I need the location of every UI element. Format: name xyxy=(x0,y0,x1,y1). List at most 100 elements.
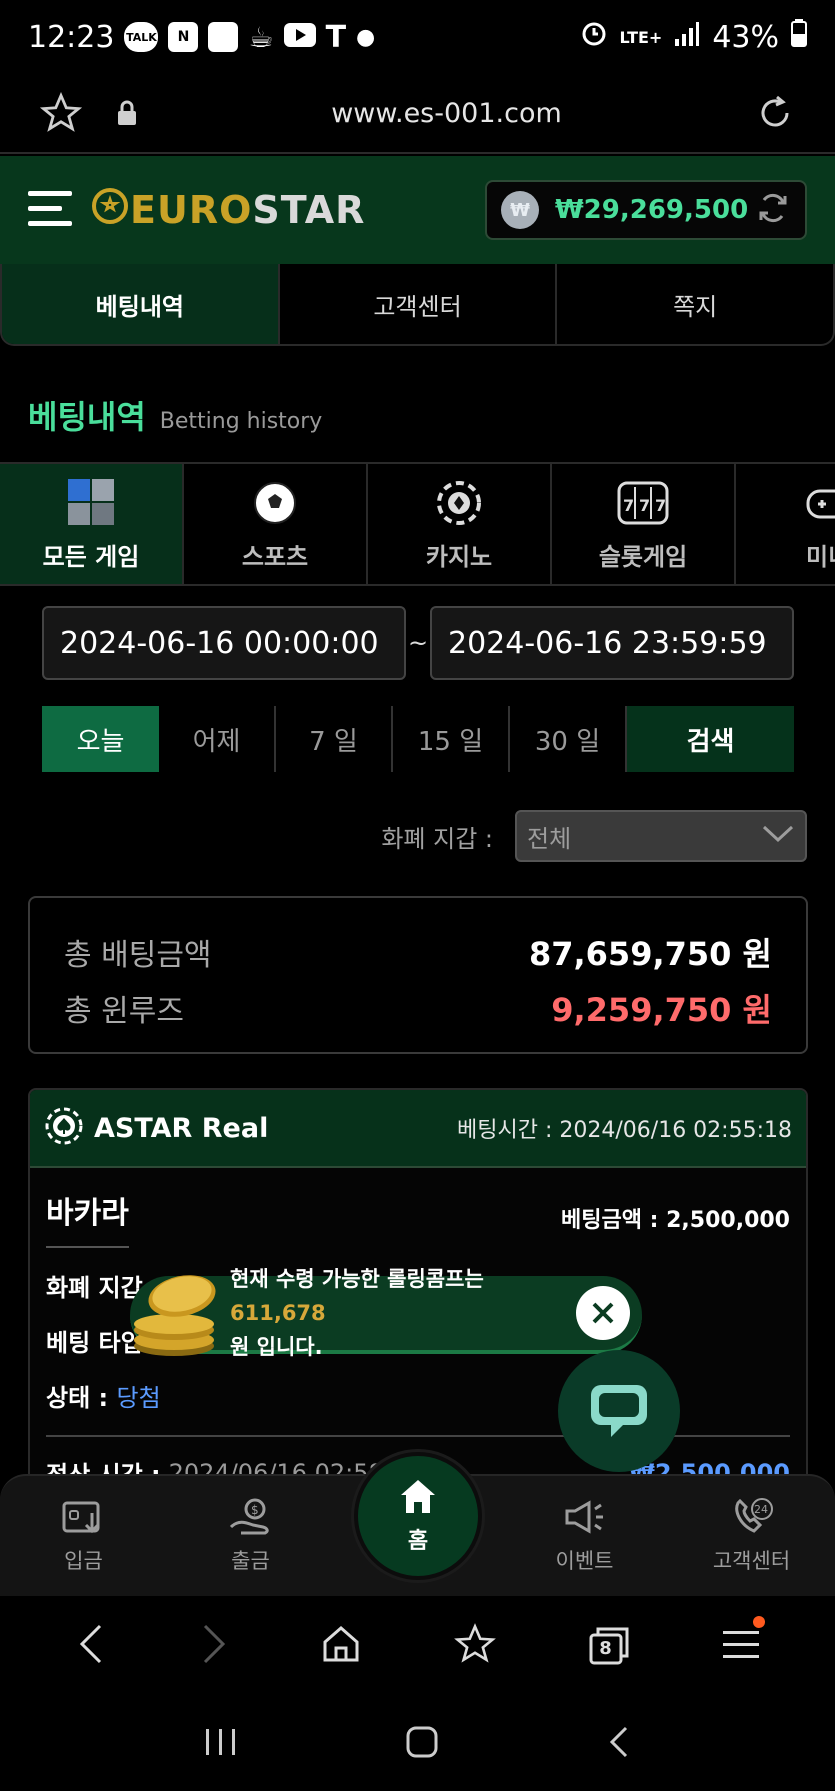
range-30days-button[interactable]: 30 일 xyxy=(510,706,627,772)
category-slot-games[interactable]: 777 슬롯게임 xyxy=(552,464,736,584)
range-7days-button[interactable]: 7 일 xyxy=(276,706,393,772)
soccer-ball-icon xyxy=(251,475,299,531)
recent-apps-icon[interactable] xyxy=(204,1727,238,1761)
svg-text:7: 7 xyxy=(639,496,650,515)
support-24-icon: 24 xyxy=(734,1498,773,1533)
system-back-icon[interactable] xyxy=(607,1725,631,1763)
total-winloss-label: 총 윈루즈 xyxy=(64,994,184,1029)
deposit-icon xyxy=(62,1501,99,1534)
category-sports[interactable]: 스포츠 xyxy=(184,464,368,584)
range-yesterday-button[interactable]: 어제 xyxy=(159,706,276,772)
reload-icon[interactable] xyxy=(755,93,795,133)
logo-text-euro: EURO xyxy=(130,188,253,232)
hamburger-menu-icon[interactable] xyxy=(28,188,72,232)
site-header: EURO STAR ₩ ₩29,269,500 xyxy=(0,156,835,264)
casino-chip-icon xyxy=(435,475,483,531)
date-from-input[interactable]: 2024-06-16 00:00:00 xyxy=(42,606,406,680)
refresh-balance-icon[interactable] xyxy=(755,190,791,230)
forward-icon[interactable] xyxy=(199,1622,229,1670)
coffee-icon: ☕ xyxy=(248,20,274,54)
nav-event-label: 이벤트 xyxy=(555,1549,614,1573)
nav-withdraw-label: 출금 xyxy=(231,1549,270,1573)
app-notification-icon xyxy=(208,22,239,52)
status-right: LTE+ 43% xyxy=(580,19,807,55)
page-title-ko: 베팅내역 xyxy=(28,398,146,436)
nav-support[interactable]: 24 고객센터 xyxy=(668,1476,835,1596)
tabs-count: 8 xyxy=(599,1638,612,1659)
system-navigation xyxy=(0,1696,835,1791)
network-type: LTE+ xyxy=(619,27,663,47)
nav-home-button[interactable]: 홈 xyxy=(354,1452,482,1580)
close-toast-button[interactable] xyxy=(576,1286,630,1340)
nav-support-label: 고객센터 xyxy=(712,1549,791,1573)
slot-machine-777-icon: 777 xyxy=(617,475,669,531)
bet-time: 베팅시간 : 2024/06/16 02:55:18 xyxy=(457,1118,792,1143)
nav-home-label: 홈 xyxy=(407,1529,429,1554)
category-casino[interactable]: 카지노 xyxy=(368,464,552,584)
date-to-input[interactable]: 2024-06-16 23:59:59 xyxy=(430,606,794,680)
total-winloss-row: 총 윈루즈 9,259,750 원 xyxy=(64,980,772,1036)
eurostar-logo[interactable]: EURO STAR xyxy=(90,186,365,235)
bookmark-star-icon[interactable] xyxy=(40,92,82,134)
url-text[interactable]: www.es-001.com xyxy=(138,98,755,129)
nav-deposit-label: 입금 xyxy=(64,1549,103,1573)
range-15days-button[interactable]: 15 일 xyxy=(393,706,510,772)
category-label: 슬롯게임 xyxy=(598,543,688,571)
currency-select-value: 전체 xyxy=(527,824,572,853)
total-winloss-value: 9,259,750 원 xyxy=(551,991,772,1029)
spade-chip-icon xyxy=(44,1106,84,1150)
status-bar: 12:23 TALK N ☕ T ● LTE+ 43% xyxy=(0,0,835,74)
category-label: 미니 xyxy=(806,543,835,571)
bookmarks-icon[interactable] xyxy=(453,1623,496,1669)
youtube-icon xyxy=(283,20,316,55)
status-left: 12:23 TALK N ☕ T ● xyxy=(28,20,375,55)
tabs-icon[interactable]: 8 xyxy=(588,1626,630,1666)
page-title: 베팅내역 Betting history xyxy=(28,392,322,438)
battery-level: 43% xyxy=(712,19,779,55)
balance-amount: ₩29,269,500 xyxy=(555,195,749,225)
nav-deposit[interactable]: 입금 xyxy=(0,1476,167,1596)
chevron-down-icon xyxy=(761,822,795,850)
total-bet-row: 총 배팅금액 87,659,750 원 xyxy=(64,924,772,980)
notification-dot xyxy=(752,1616,765,1628)
withdraw-icon: $ xyxy=(229,1498,269,1535)
range-today-button[interactable]: 오늘 xyxy=(42,706,159,772)
system-home-icon[interactable] xyxy=(405,1725,439,1763)
nav-withdraw[interactable]: $ 출금 xyxy=(167,1476,334,1596)
tab-betting-history[interactable]: 베팅내역 xyxy=(2,264,280,344)
wallet-balance: ₩ ₩29,269,500 xyxy=(485,180,807,240)
battery-icon xyxy=(791,19,807,55)
close-icon xyxy=(592,1302,614,1324)
tab-customer-center[interactable]: 고객센터 xyxy=(280,264,558,344)
category-label: 카지노 xyxy=(425,543,493,571)
back-icon[interactable] xyxy=(76,1622,106,1670)
naver-icon: N xyxy=(168,22,199,52)
quick-range-buttons: 오늘 어제 7 일 15 일 30 일 검색 xyxy=(42,706,794,772)
total-bet-label: 총 배팅금액 xyxy=(64,938,212,973)
category-all-games[interactable]: 모든 게임 xyxy=(0,464,184,584)
category-label: 모든 게임 xyxy=(42,543,140,571)
svg-text:$: $ xyxy=(251,1503,259,1517)
browser-url-bar: www.es-001.com xyxy=(0,74,835,154)
category-mini[interactable]: 미니 xyxy=(736,464,835,584)
divider xyxy=(46,1435,790,1437)
all-games-cubes-icon xyxy=(64,475,118,531)
tab-messages[interactable]: 쪽지 xyxy=(557,264,833,344)
total-bet-value: 87,659,750 원 xyxy=(528,935,772,973)
nav-event[interactable]: 이벤트 xyxy=(501,1476,668,1596)
browser-toolbar: 8 xyxy=(0,1596,835,1696)
search-button[interactable]: 검색 xyxy=(627,706,794,772)
signal-icon xyxy=(674,20,700,55)
toast-text-after: 원 입니다. xyxy=(230,1335,323,1359)
browser-home-icon[interactable] xyxy=(321,1624,361,1668)
browser-menu-icon[interactable] xyxy=(722,1616,765,1664)
currency-select[interactable]: 전체 xyxy=(515,810,807,862)
live-chat-button[interactable] xyxy=(558,1350,680,1472)
toast-text-before: 현재 수령 가능한 롤링콤프는 xyxy=(230,1267,484,1291)
top-tabs: 베팅내역 고객센터 쪽지 xyxy=(0,264,835,346)
category-label: 스포츠 xyxy=(241,543,309,571)
logo-text-star: STAR xyxy=(252,188,366,232)
support-24-badge: 24 xyxy=(754,1503,768,1516)
won-coin-icon: ₩ xyxy=(501,191,539,229)
provider-name: ASTAR Real xyxy=(94,1112,269,1144)
